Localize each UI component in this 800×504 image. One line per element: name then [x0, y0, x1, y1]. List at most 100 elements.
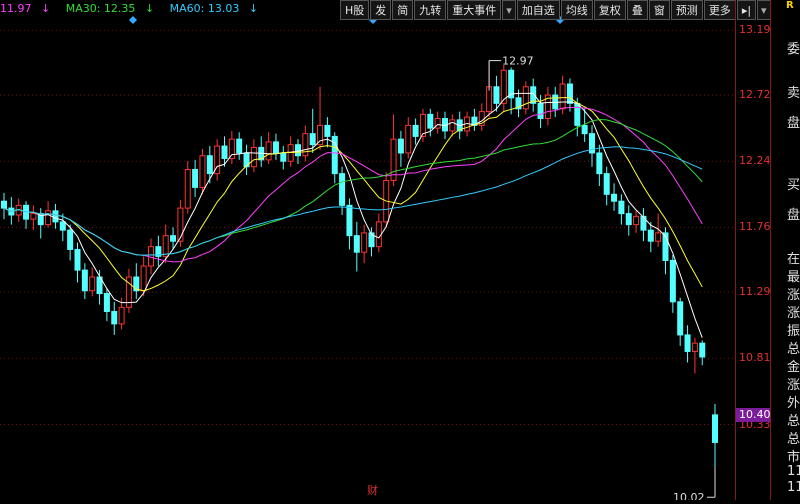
candle-body [103, 293, 110, 312]
candle-body [449, 119, 456, 132]
candle-body [52, 210, 59, 223]
candle-body [236, 138, 243, 154]
ma-legend: 11.97 ↓ MA30: 12.35 ↓ MA60: 13.03 ↓ [0, 2, 270, 15]
candle-body [89, 276, 96, 292]
candle-body [375, 221, 382, 248]
candle-body [346, 204, 353, 237]
candle-body [192, 168, 199, 188]
candle-body [574, 102, 581, 126]
legend-ma60: MA60: 13.03 ↓ [170, 2, 264, 15]
candle-body [228, 138, 235, 159]
candle-body [596, 152, 603, 175]
toolbar-button-5[interactable]: ▾ [502, 0, 516, 20]
candle-body [81, 269, 88, 292]
candle-body [272, 141, 279, 154]
candle-body [603, 173, 610, 195]
ma20-line [3, 106, 703, 263]
side-panel-item: 涨 [787, 288, 800, 303]
toolbar-button-4[interactable]: 重大事件 [447, 0, 502, 20]
candle-body [177, 207, 184, 242]
chart-toolbar: H股发简九转 重大事件 ▾ 加自选 均线 复权叠窗预测 更多 ▸| ▾ [340, 0, 772, 20]
candle-body [655, 232, 662, 242]
toolbar-button-6[interactable]: 加自选 [516, 0, 560, 20]
legend-ma30-value: MA30: 12.35 [65, 2, 136, 15]
candle-body [265, 141, 272, 161]
side-panel-item: 买 [787, 178, 800, 193]
side-panel-item: 涨 [787, 306, 800, 321]
candle-body [405, 124, 412, 154]
candle-body [221, 145, 228, 159]
candle-body [280, 152, 287, 162]
candle-body [611, 193, 618, 202]
price-tick: 10.81 [739, 351, 771, 365]
toolbar-button-11[interactable]: 预测 [670, 0, 703, 20]
toolbar-button-10[interactable]: 窗 [648, 0, 670, 20]
candle-body [30, 213, 37, 220]
side-panel-item: 振 [787, 324, 800, 339]
toolbar-button-3[interactable]: 九转 [414, 0, 447, 20]
candle-body [118, 306, 125, 325]
toolbar-button-8[interactable]: 复权 [593, 0, 626, 20]
candle-body [140, 265, 147, 292]
candle-body [250, 146, 257, 168]
side-panel-item: 总 [787, 414, 800, 429]
kline-chart-area[interactable]: 12.97 10.02 [0, 0, 735, 504]
price-tick: 11.29 [739, 285, 771, 299]
kline-chart[interactable]: 12.97 10.02 [0, 0, 735, 504]
candle-body [691, 342, 698, 352]
side-panel-item: 盘 [787, 208, 800, 223]
legend-ma30: MA30: 12.35 ↓ [66, 2, 160, 15]
candle-body [699, 342, 706, 358]
side-panel-item: 涨 [787, 378, 800, 393]
candle-body [45, 210, 52, 226]
candle-body [581, 124, 588, 135]
toolbar-button-12[interactable]: 更多 [703, 0, 736, 20]
candle-body [566, 83, 573, 104]
side-panel-item: 总 [787, 432, 800, 447]
legend-price: 11.97 ↓ [0, 2, 56, 15]
side-panel-item: 在 [787, 252, 800, 267]
legend-price-value: 11.97 [0, 2, 32, 15]
diamond-marker-icon [129, 16, 137, 24]
candle-body [184, 168, 191, 209]
candle-body [170, 235, 177, 242]
down-arrow-icon: ↓ [41, 2, 51, 15]
candle-body [206, 155, 213, 175]
candle-body [67, 229, 74, 250]
price-tick: 12.72 [739, 88, 771, 102]
candle-body [302, 133, 309, 157]
candle-body [625, 213, 632, 226]
candle-body [353, 235, 360, 253]
candle-body [618, 200, 625, 215]
side-panel-item: 11 [787, 464, 800, 479]
finance-marker[interactable]: 财 [367, 482, 378, 498]
candle-body [397, 138, 404, 154]
price-axis: 13.19 12.72 12.24 11.76 11.29 10.81 10.33 10.40 [735, 0, 771, 500]
side-panel-item: 金 [787, 360, 800, 375]
candle-body [427, 113, 434, 129]
side-panel-item: 市 [787, 450, 800, 465]
toolbar-button-1[interactable]: 发 [370, 0, 392, 20]
toolbar-button-2[interactable]: 简 [392, 0, 414, 20]
candle-body [162, 235, 169, 257]
toolbar-button-0[interactable]: H股 [340, 0, 370, 20]
candle-body [537, 102, 544, 119]
candle-body [309, 133, 316, 146]
toolbar-button-9[interactable]: 叠 [626, 0, 648, 20]
candle-body [74, 248, 81, 271]
side-panel-item: 11 [787, 480, 800, 495]
candle-body [677, 301, 684, 336]
candle-body [361, 232, 368, 253]
candle-body [339, 173, 346, 206]
low-price-label: 10.02 [673, 491, 705, 500]
price-tick: 11.76 [739, 220, 771, 234]
legend-ma60-value: MA60: 13.03 [169, 2, 240, 15]
candle-body [59, 221, 66, 231]
down-arrow-icon: ↓ [248, 2, 259, 15]
candle-body [324, 124, 331, 137]
side-panel-item: 盘 [787, 116, 800, 131]
side-panel-item: 最 [787, 270, 800, 285]
side-panel-item: 委 [787, 42, 800, 57]
toolbar-button-7[interactable]: 均线 [560, 0, 593, 20]
candle-body [522, 86, 529, 110]
